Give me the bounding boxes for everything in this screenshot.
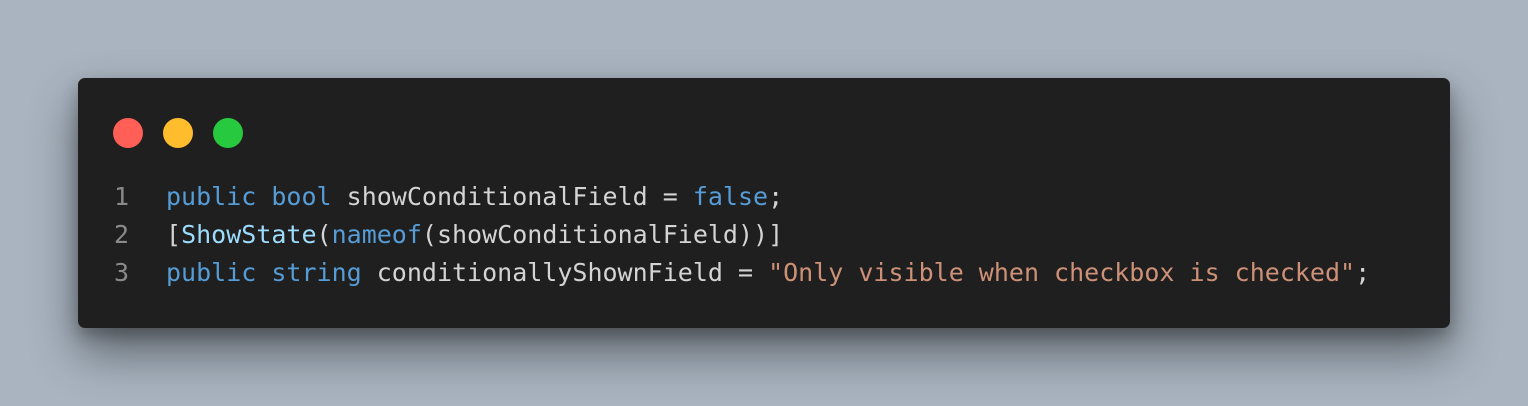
code-token: [ xyxy=(166,220,182,249)
code-token: public xyxy=(166,182,257,211)
code-token: showConditionalField = xyxy=(331,182,693,211)
minimize-button-icon[interactable] xyxy=(163,118,193,148)
code-window: 1 public bool showConditionalField = fals… xyxy=(78,78,1450,328)
code-token: false xyxy=(692,182,769,211)
code-token: (showConditionalField))] xyxy=(421,220,784,249)
code-line-content: [ShowState(nameof(showConditionalField))… xyxy=(166,216,783,254)
maximize-button-icon[interactable] xyxy=(213,118,243,148)
code-line: 3 public string conditionallyShownField =… xyxy=(114,254,1370,292)
code-line-content: public string conditionallyShownField = … xyxy=(166,254,1370,292)
code-line-content: public bool showConditionalField = false… xyxy=(166,178,783,216)
code-block: 1 public bool showConditionalField = fals… xyxy=(114,178,1370,292)
code-token: ; xyxy=(768,182,784,211)
line-number: 2 xyxy=(114,220,130,249)
code-token: ; xyxy=(1355,258,1371,287)
code-token: conditionallyShownField = xyxy=(361,258,769,287)
code-token: nameof xyxy=(331,220,422,249)
code-token: ( xyxy=(316,220,332,249)
code-line: 2 [ShowState(nameof(showConditionalField)… xyxy=(114,216,1370,254)
window-controls xyxy=(113,118,243,148)
close-button-icon[interactable] xyxy=(113,118,143,148)
code-token: public xyxy=(166,258,257,287)
code-token: ShowState xyxy=(181,220,317,249)
line-number: 1 xyxy=(114,182,130,211)
code-token: string xyxy=(271,258,362,287)
code-token: "Only visible when checkbox is checked" xyxy=(768,258,1356,287)
code-line: 1 public bool showConditionalField = fals… xyxy=(114,178,1370,216)
code-token: bool xyxy=(271,182,332,211)
line-number: 3 xyxy=(114,258,130,287)
